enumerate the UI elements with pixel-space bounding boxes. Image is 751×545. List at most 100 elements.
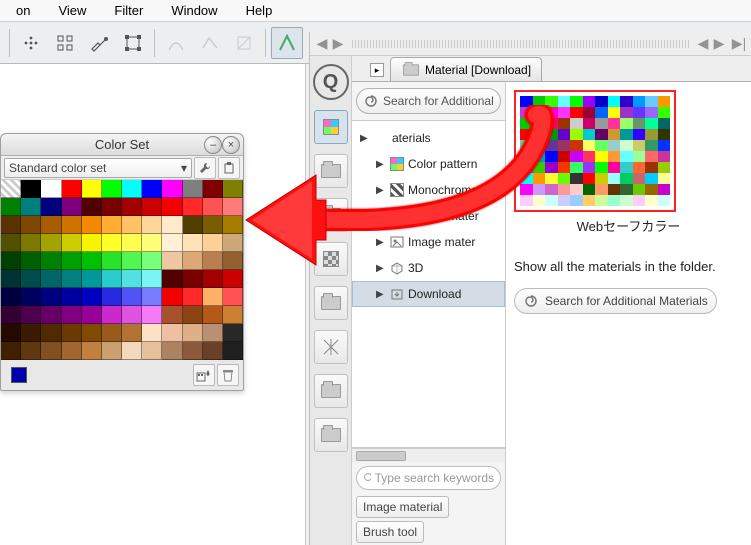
color-swatch[interactable] <box>41 216 61 234</box>
color-swatch[interactable] <box>62 324 82 342</box>
expand-icon[interactable]: ▶ <box>376 211 386 222</box>
material-folder2-icon[interactable] <box>314 198 348 232</box>
color-swatch[interactable] <box>142 270 162 288</box>
eyedropper-duo-icon[interactable] <box>83 27 115 59</box>
color-swatch[interactable] <box>21 234 41 252</box>
color-swatch[interactable] <box>1 180 21 198</box>
color-swatch[interactable] <box>102 234 122 252</box>
color-swatch[interactable] <box>162 252 182 270</box>
tree-item[interactable]: ▶Download <box>352 281 505 307</box>
color-swatch[interactable] <box>41 270 61 288</box>
color-swatch[interactable] <box>203 288 223 306</box>
color-swatch[interactable] <box>41 288 61 306</box>
color-swatch[interactable] <box>162 180 182 198</box>
tree-item[interactable]: ▶aterials <box>352 125 505 151</box>
color-swatch[interactable] <box>122 180 142 198</box>
minimize-icon[interactable]: – <box>204 136 222 154</box>
tree-item[interactable]: ▶Manga mater <box>352 203 505 229</box>
color-swatch[interactable] <box>162 324 182 342</box>
material-tree[interactable]: ▶aterials▶Color pattern▶Monochroma▶Manga… <box>352 120 505 448</box>
color-swatch[interactable] <box>183 270 203 288</box>
collapse-icon[interactable]: ▸ <box>370 63 384 77</box>
color-swatch[interactable] <box>41 180 61 198</box>
tree-item[interactable]: ▶Color pattern <box>352 151 505 177</box>
color-swatch[interactable] <box>223 252 243 270</box>
color-swatch[interactable] <box>122 234 142 252</box>
material-folder3-icon[interactable] <box>314 286 348 320</box>
transform-icon[interactable] <box>117 27 149 59</box>
color-swatch[interactable] <box>1 324 21 342</box>
search-additional-button[interactable]: Search for Additional <box>356 88 501 114</box>
color-swatch[interactable] <box>162 270 182 288</box>
trash-icon[interactable] <box>217 364 239 386</box>
current-color-swatch[interactable] <box>11 367 27 383</box>
color-swatch[interactable] <box>62 252 82 270</box>
dock-next2-icon[interactable]: ▶ <box>711 36 727 52</box>
color-swatch[interactable] <box>102 342 122 360</box>
color-swatch[interactable] <box>41 252 61 270</box>
color-swatch[interactable] <box>102 252 122 270</box>
color-swatch[interactable] <box>183 180 203 198</box>
color-swatch[interactable] <box>203 270 223 288</box>
color-swatch[interactable] <box>122 270 142 288</box>
color-swatch[interactable] <box>203 198 223 216</box>
color-swatch[interactable] <box>223 306 243 324</box>
color-swatch[interactable] <box>62 180 82 198</box>
color-swatch[interactable] <box>223 234 243 252</box>
menu-item-filter[interactable]: Filter <box>100 0 157 21</box>
search-more-button[interactable]: Search for Additional Materials <box>514 288 717 314</box>
color-swatch[interactable] <box>102 288 122 306</box>
color-swatch[interactable] <box>82 270 102 288</box>
material-item-selected[interactable] <box>514 90 676 212</box>
color-swatch[interactable] <box>1 198 21 216</box>
color-swatch[interactable] <box>162 198 182 216</box>
align-center-icon[interactable] <box>15 27 47 59</box>
color-swatch[interactable] <box>122 216 142 234</box>
color-swatch[interactable] <box>223 198 243 216</box>
color-swatch[interactable] <box>1 306 21 324</box>
color-swatch[interactable] <box>82 306 102 324</box>
expand-icon[interactable]: ▶ <box>376 185 386 196</box>
keyword-search-input[interactable]: Type search keywords <box>356 466 501 490</box>
expand-icon[interactable]: ▶ <box>376 289 386 300</box>
color-swatch[interactable] <box>142 342 162 360</box>
color-swatch[interactable] <box>223 342 243 360</box>
color-swatch[interactable] <box>122 306 142 324</box>
color-swatch[interactable] <box>62 288 82 306</box>
symmetry-icon[interactable] <box>49 27 81 59</box>
color-swatch[interactable] <box>142 306 162 324</box>
color-swatch[interactable] <box>183 252 203 270</box>
color-swatch[interactable] <box>183 288 203 306</box>
tree-item[interactable]: ▶3D <box>352 255 505 281</box>
color-swatch[interactable] <box>1 288 21 306</box>
color-swatch[interactable] <box>223 288 243 306</box>
expand-icon[interactable]: ▶ <box>360 133 370 144</box>
color-swatch[interactable] <box>183 216 203 234</box>
color-swatch[interactable] <box>62 198 82 216</box>
color-swatch[interactable] <box>1 252 21 270</box>
curve-icon[interactable] <box>160 27 192 59</box>
quick-access-icon[interactable]: Q <box>313 64 349 100</box>
color-swatch[interactable] <box>62 306 82 324</box>
color-swatch[interactable] <box>183 342 203 360</box>
color-swatch[interactable] <box>142 288 162 306</box>
color-swatch[interactable] <box>102 198 122 216</box>
filter-tag[interactable]: Image material <box>356 496 449 518</box>
tree-item[interactable]: ▶Monochroma <box>352 177 505 203</box>
color-swatch[interactable] <box>41 234 61 252</box>
color-swatch[interactable] <box>21 180 41 198</box>
color-swatch[interactable] <box>21 306 41 324</box>
color-swatch[interactable] <box>1 342 21 360</box>
material-folder4-icon[interactable] <box>314 374 348 408</box>
menu-item-help[interactable]: Help <box>232 0 287 21</box>
menu-item-view[interactable]: View <box>44 0 100 21</box>
expand-icon[interactable]: ▶ <box>376 237 386 248</box>
menu-item-window[interactable]: Window <box>157 0 231 21</box>
panel-titlebar[interactable]: Color Set – × <box>1 134 243 156</box>
color-swatch[interactable] <box>21 324 41 342</box>
color-swatch[interactable] <box>203 342 223 360</box>
color-swatch[interactable] <box>102 324 122 342</box>
clipboard-icon[interactable] <box>218 157 240 179</box>
color-swatch[interactable] <box>183 198 203 216</box>
color-swatch[interactable] <box>1 234 21 252</box>
